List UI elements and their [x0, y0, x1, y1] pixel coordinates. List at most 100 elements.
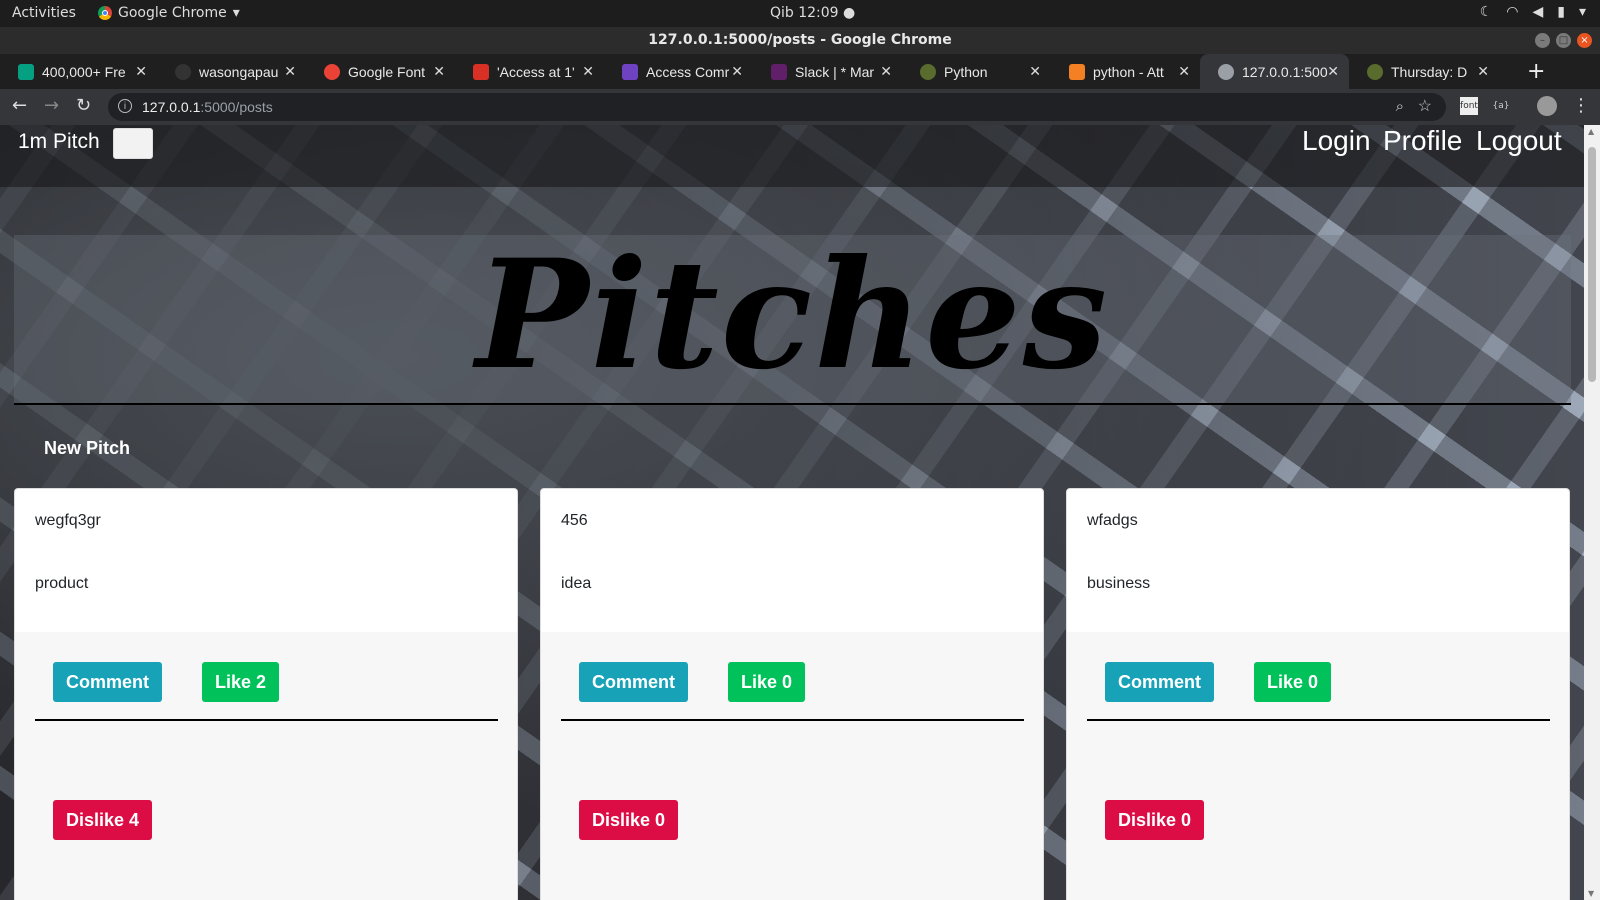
page-viewport: 1m Pitch Login Profile Logout Pitches Ne…	[0, 125, 1584, 900]
chrome-icon	[98, 6, 112, 20]
tab-title: 400,000+ Fre	[42, 63, 126, 80]
close-tab-icon[interactable]: ✕	[731, 63, 743, 80]
tab-title: 127.0.0.1:500	[1242, 63, 1328, 80]
close-tab-icon[interactable]: ✕	[1327, 63, 1339, 80]
pitch-card: 456 idea Comment Like 0 Dislike 0	[540, 488, 1044, 900]
comment-button[interactable]: Comment	[53, 662, 162, 702]
page-title: Pitches	[475, 227, 1110, 403]
browser-tab[interactable]: python - Att ✕	[1051, 54, 1200, 89]
browser-tab-active[interactable]: 127.0.0.1:500 ✕	[1200, 54, 1349, 89]
like-button[interactable]: Like 0	[728, 662, 805, 702]
scrollbar-thumb[interactable]	[1588, 147, 1596, 382]
pitch-title: wfadgs	[1087, 512, 1138, 529]
nav-login-link[interactable]: Login	[1302, 125, 1371, 157]
comment-button[interactable]: Comment	[579, 662, 688, 702]
scroll-up-icon[interactable]: ▲	[1588, 127, 1594, 136]
close-tab-icon[interactable]: ✕	[582, 63, 594, 80]
navbar-toggle-button[interactable]	[113, 128, 153, 159]
night-light-icon: ☾	[1479, 4, 1493, 20]
chevron-down-icon: ▾	[232, 5, 240, 21]
divider	[35, 719, 498, 721]
new-pitch-link[interactable]: New Pitch	[44, 438, 130, 459]
close-tab-icon[interactable]: ✕	[880, 63, 892, 80]
card-body: 456 idea	[541, 489, 1043, 633]
maximize-button[interactable]: □	[1556, 33, 1571, 48]
wifi-icon: ◠	[1506, 4, 1519, 20]
close-tab-icon[interactable]: ✕	[1029, 63, 1041, 80]
card-footer: Comment Like 0 Dislike 0	[1067, 632, 1569, 900]
window-controls: – □ ×	[1535, 33, 1592, 48]
brand-link[interactable]: 1m Pitch	[18, 130, 100, 154]
globe-icon	[1218, 63, 1234, 80]
palm-tree-icon	[920, 63, 936, 80]
address-bar[interactable]: i 127.0.0.1:5000/posts ⌕ ☆	[108, 93, 1446, 121]
browser-tab[interactable]: Access Comr ✕	[604, 54, 753, 89]
tab-title: Thursday: D	[1391, 63, 1468, 80]
browser-tab[interactable]: wasongapau ✕	[157, 54, 306, 89]
like-button[interactable]: Like 2	[202, 662, 279, 702]
app-menu-label: Google Chrome	[118, 5, 227, 21]
dislike-button[interactable]: Dislike 0	[1105, 800, 1204, 840]
browser-tab[interactable]: Python ✕	[902, 54, 1051, 89]
reload-icon[interactable]: ↻	[76, 95, 91, 116]
scroll-down-icon[interactable]: ▼	[1588, 889, 1594, 898]
zoom-icon[interactable]: ⌕	[1396, 93, 1404, 121]
tab-title: Google Font	[348, 63, 426, 80]
comment-button[interactable]: Comment	[1105, 662, 1214, 702]
volume-icon: ◀	[1532, 4, 1544, 20]
tab-title: Python	[944, 63, 988, 80]
json-extension-icon[interactable]: {a}	[1492, 97, 1510, 115]
browser-tab[interactable]: 400,000+ Fre ✕	[0, 54, 157, 89]
gmail-icon	[473, 63, 489, 80]
vertical-scrollbar[interactable]: ▲ ▼	[1584, 125, 1600, 900]
favicon-icon	[18, 63, 34, 80]
avatar[interactable]	[1537, 96, 1557, 116]
system-tray[interactable]: ☾ ◠ ◀ ▮ ▾	[1480, 4, 1586, 20]
fonts-extension-icon[interactable]: font	[1460, 97, 1478, 115]
close-tab-icon[interactable]: ✕	[1477, 63, 1489, 80]
github-icon	[175, 63, 191, 80]
new-tab-button[interactable]: +	[1527, 59, 1545, 84]
pitch-category: idea	[561, 575, 592, 592]
pitch-card: wfadgs business Comment Like 0 Dislike 0	[1066, 488, 1570, 900]
tab-strip: 400,000+ Fre ✕ wasongapau ✕ Google Font …	[0, 54, 1600, 89]
bookmark-star-icon[interactable]: ☆	[1418, 93, 1432, 121]
tab-title: Access Comr	[646, 63, 730, 80]
activities-button[interactable]: Activities	[12, 5, 76, 21]
tab-title: 'Access at 1'	[497, 63, 575, 80]
menu-icon[interactable]: ⋮	[1572, 95, 1590, 116]
clock[interactable]: Qib 12:09 ●	[770, 5, 855, 21]
card-footer: Comment Like 0 Dislike 0	[541, 632, 1043, 900]
browser-tab[interactable]: Slack | * Mar ✕	[753, 54, 902, 89]
back-icon[interactable]: ←	[12, 95, 27, 116]
url-host: 127.0.0.1	[142, 99, 201, 115]
app-menu[interactable]: Google Chrome ▾	[98, 5, 240, 21]
app-navbar: 1m Pitch Login Profile Logout	[0, 125, 1584, 187]
battery-icon: ▮	[1557, 4, 1565, 20]
browser-toolbar: ← → ↻ i 127.0.0.1:5000/posts ⌕ ☆ font {a…	[0, 89, 1600, 125]
close-tab-icon[interactable]: ✕	[1178, 63, 1190, 80]
forward-icon[interactable]: →	[44, 95, 59, 116]
url-text: 127.0.0.1:5000/posts	[142, 93, 273, 121]
card-body: wegfq3gr product	[15, 489, 517, 633]
browser-tab[interactable]: Thursday: D ✕	[1349, 54, 1499, 89]
pitch-card: wegfq3gr product Comment Like 2 Dislike …	[14, 488, 518, 900]
nav-profile-link[interactable]: Profile	[1383, 125, 1462, 157]
pitch-category: product	[35, 575, 89, 592]
nav-logout-link[interactable]: Logout	[1476, 125, 1562, 157]
browser-tab[interactable]: 'Access at 1' ✕	[455, 54, 604, 89]
close-window-button[interactable]: ×	[1577, 33, 1592, 48]
info-icon[interactable]: i	[118, 99, 132, 113]
dislike-button[interactable]: Dislike 4	[53, 800, 152, 840]
dislike-button[interactable]: Dislike 0	[579, 800, 678, 840]
close-tab-icon[interactable]: ✕	[135, 63, 147, 80]
system-top-bar: Activities Google Chrome ▾ Qib 12:09 ● ☾…	[0, 0, 1600, 27]
browser-tab[interactable]: Google Font ✕	[306, 54, 455, 89]
card-footer: Comment Like 2 Dislike 4	[15, 632, 517, 900]
close-tab-icon[interactable]: ✕	[284, 63, 296, 80]
like-button[interactable]: Like 0	[1254, 662, 1331, 702]
minimize-button[interactable]: –	[1535, 33, 1550, 48]
pitch-category: business	[1087, 575, 1151, 592]
stackoverflow-icon	[1069, 63, 1085, 80]
close-tab-icon[interactable]: ✕	[433, 63, 445, 80]
